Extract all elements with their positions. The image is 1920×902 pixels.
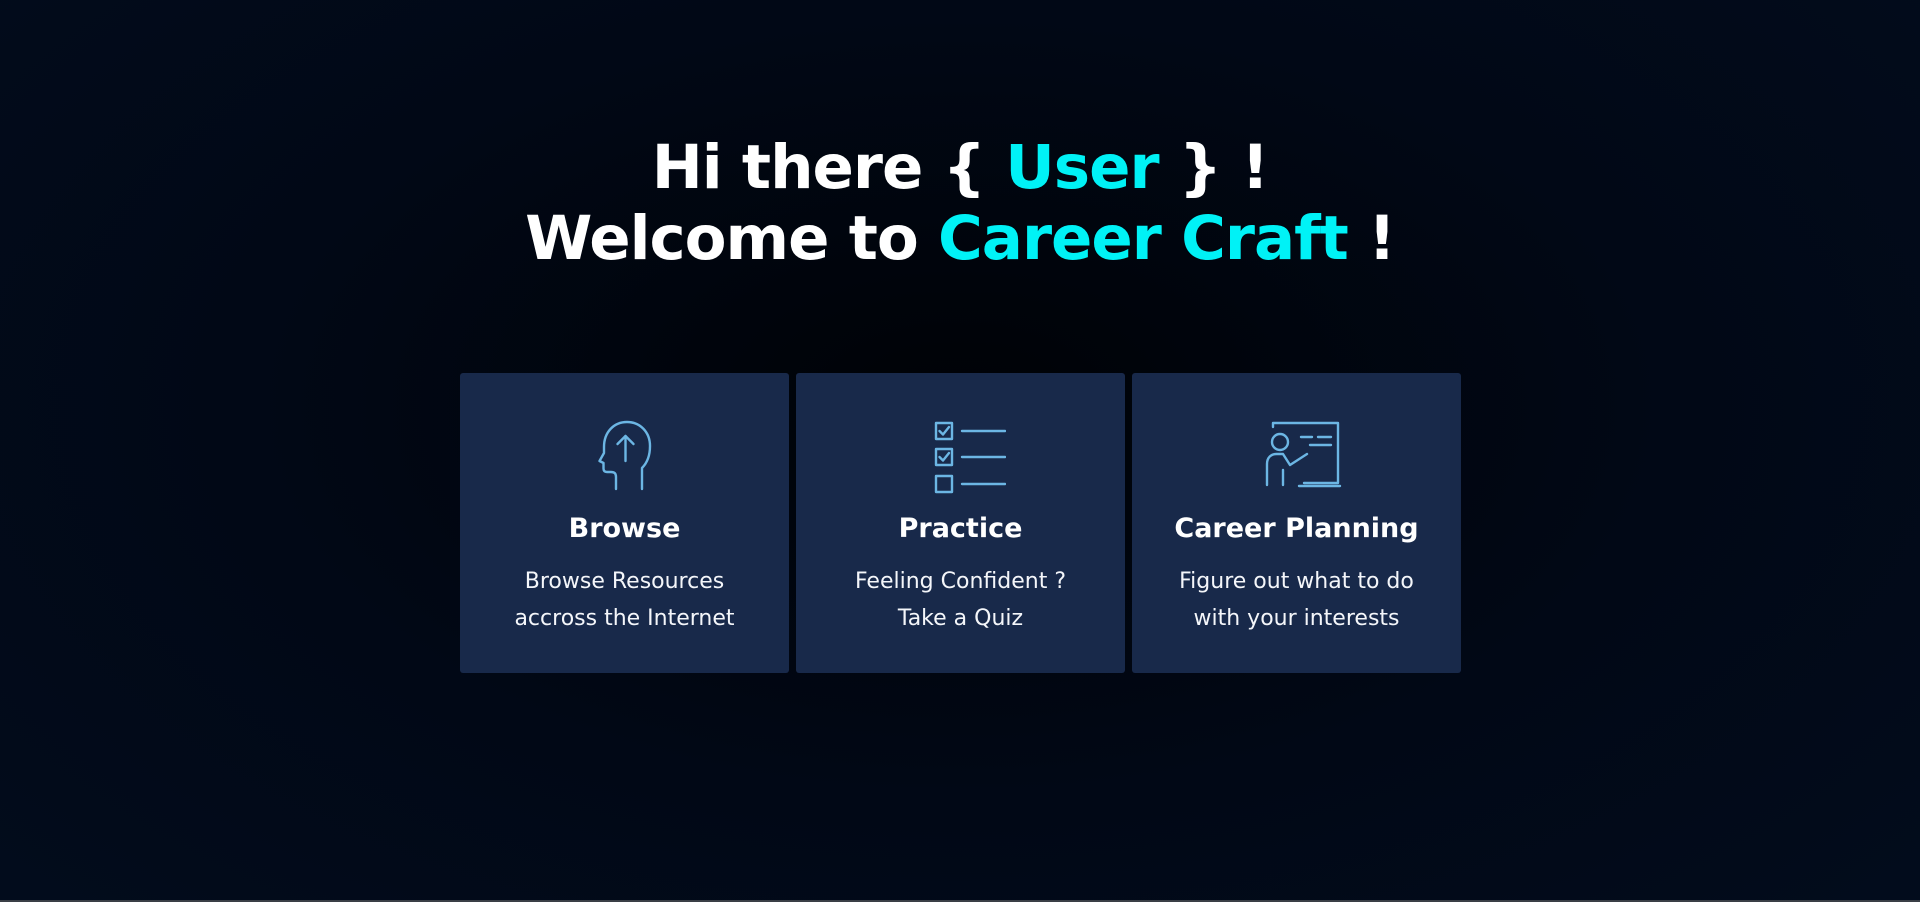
greeting-prefix: Hi there {: [651, 132, 1006, 203]
practice-description-line-2: Take a Quiz: [897, 606, 1024, 631]
career-planning-description-line-2: with your interests: [1193, 606, 1400, 631]
career-planning-title: Career Planning: [1174, 513, 1419, 544]
presentation-board-icon: [1252, 410, 1342, 500]
practice-description-line-1: Feeling Confident ?: [854, 569, 1066, 594]
head-arrow-up-icon: [580, 410, 670, 500]
browse-description: Browse Resources accross the Internet: [460, 563, 789, 637]
practice-card[interactable]: Practice Feeling Confident ? Take a Quiz: [796, 373, 1125, 673]
brand-name: Career Craft: [938, 203, 1349, 274]
welcome-heading: Hi there { User } ! Welcome to Career Cr…: [0, 132, 1920, 274]
greeting-suffix: } !: [1158, 132, 1269, 203]
welcome-line: Welcome to Career Craft !: [0, 203, 1920, 274]
user-name: User: [1005, 132, 1159, 203]
career-planning-description-line-1: Figure out what to do: [1179, 569, 1414, 594]
welcome-suffix: !: [1347, 203, 1396, 274]
practice-description: Feeling Confident ? Take a Quiz: [796, 563, 1125, 637]
checklist-icon: [916, 410, 1006, 500]
browse-title: Browse: [568, 513, 681, 544]
greeting-line: Hi there { User } !: [0, 132, 1920, 203]
career-planning-card[interactable]: Career Planning Figure out what to do wi…: [1132, 373, 1461, 673]
welcome-prefix: Welcome to: [525, 203, 939, 274]
browse-description-line-2: accross the Internet: [514, 606, 735, 631]
career-planning-description: Figure out what to do with your interest…: [1132, 563, 1461, 637]
browse-card[interactable]: Browse Browse Resources accross the Inte…: [460, 373, 789, 673]
practice-title: Practice: [898, 513, 1023, 544]
feature-cards: Browse Browse Resources accross the Inte…: [460, 373, 1461, 673]
browse-description-line-1: Browse Resources: [524, 569, 725, 594]
